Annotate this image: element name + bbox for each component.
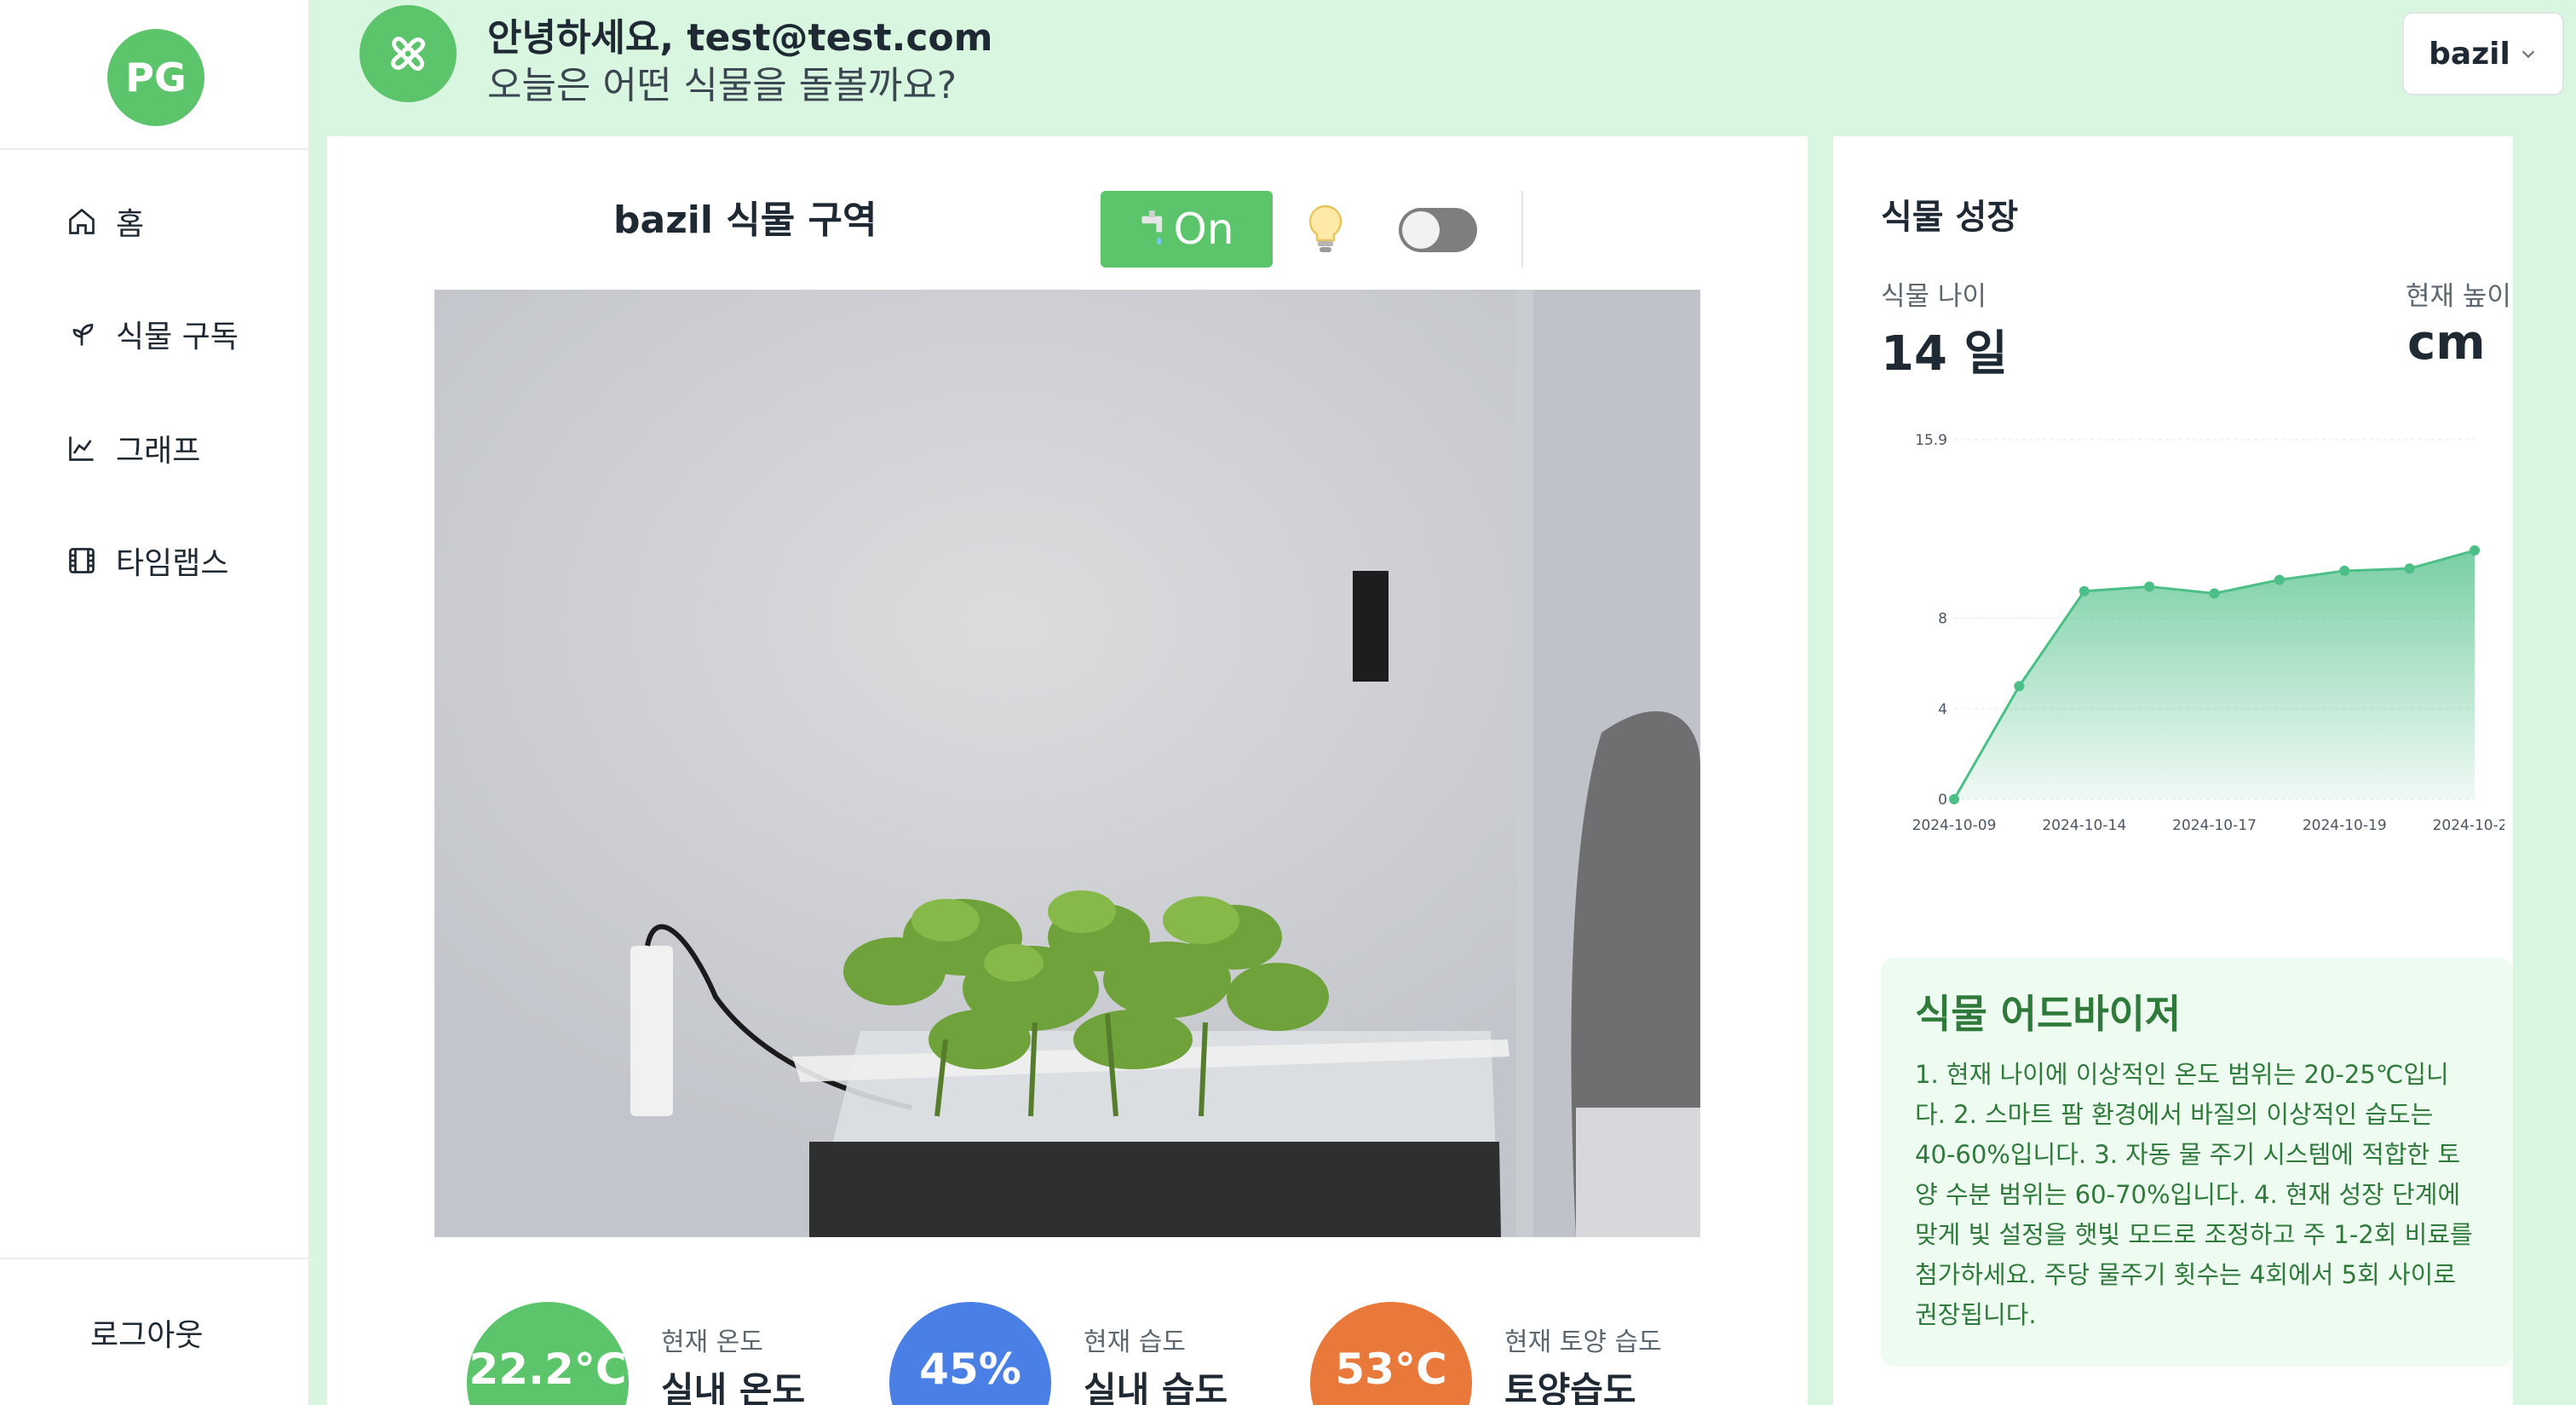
light-toggle[interactable] xyxy=(1399,208,1477,252)
zone-title: bazil 식물 구역 xyxy=(613,199,877,242)
plant-height-label: 현재 높이 xyxy=(2406,281,2511,312)
chart-point[interactable] xyxy=(1949,794,1959,804)
app-logo[interactable]: PG xyxy=(107,29,204,126)
camera-image xyxy=(434,290,1700,1237)
sidebar-item-graph[interactable]: 그래프 xyxy=(66,423,200,474)
chart-point[interactable] xyxy=(2470,545,2480,556)
humidity-label: 현재 습도 xyxy=(1084,1327,1186,1357)
sidebar-item-label: 타임랩스 xyxy=(116,546,229,581)
chart-point[interactable] xyxy=(2079,585,2090,596)
chart-x-tick: 2024-10-14 xyxy=(2042,817,2126,834)
chart-x-tick: 2024-10-23 xyxy=(2433,817,2504,834)
plant-advisor-card: 식물 어드바이저 1. 현재 나이에 이상적인 온도 범위는 20-25℃입니다… xyxy=(1881,958,2513,1367)
plant-height-value: cm xyxy=(2407,315,2486,371)
chart-y-tick: 8 xyxy=(1938,611,1947,628)
chart-area xyxy=(1954,550,2475,799)
soil-humidity-value: 53°C xyxy=(1335,1345,1447,1394)
plant-age-value: 14 일 xyxy=(1881,326,2008,382)
camera-feed xyxy=(434,290,1700,1237)
greeting-subtitle: 오늘은 어떤 식물을 돌볼까요? xyxy=(487,64,957,107)
toolbar-divider xyxy=(1521,191,1523,268)
chart-x-tick: 2024-10-19 xyxy=(2303,817,2387,834)
sprout-icon xyxy=(72,324,94,346)
plant-select-value: bazil xyxy=(2429,36,2510,72)
greeting-title: 안녕하세요, test@test.com xyxy=(487,16,993,60)
home-icon xyxy=(69,208,95,234)
sidebar-item-timelapse[interactable]: 타임랩스 xyxy=(66,535,228,586)
sidebar-logo-area: PG xyxy=(0,0,308,150)
sidebar-item-label: 식물 구독 xyxy=(116,320,239,354)
temperature-value: 22.2°C xyxy=(469,1345,627,1394)
chart-point[interactable] xyxy=(2339,565,2350,576)
growth-chart: 0 4 8 15.9 2024-10-09 2024-10-14 2024-10-17 20… xyxy=(1912,432,2504,834)
advisor-title: 식물 어드바이저 xyxy=(1915,991,2182,1037)
chart-x-tick: 2024-10-17 xyxy=(2172,817,2257,834)
soil-humidity-label: 현재 토양 습도 xyxy=(1504,1327,1662,1357)
faucet-icon xyxy=(1141,210,1163,245)
chart-y-tick: 15.9 xyxy=(1915,432,1947,449)
chart-point[interactable] xyxy=(2209,588,2220,599)
humidity-value: 45% xyxy=(919,1345,1021,1394)
sidebar: PG 홈 식물 구독 그래프 타임랩스 로그아웃 xyxy=(0,0,310,1405)
water-toggle-label: On xyxy=(1173,204,1234,254)
logout-button[interactable]: 로그아웃 xyxy=(90,1310,203,1355)
chart-point[interactable] xyxy=(2144,581,2155,592)
chart-icon xyxy=(69,436,94,461)
sidebar-item-label: 그래프 xyxy=(116,434,201,469)
film-icon xyxy=(69,548,95,573)
light-toggle-knob xyxy=(1402,211,1440,249)
chart-x-tick: 2024-10-09 xyxy=(1912,817,1997,834)
flower-icon xyxy=(391,37,425,71)
temperature-name: 실내 온도 xyxy=(661,1369,806,1405)
chart-y-tick: 4 xyxy=(1938,701,1947,718)
bulb-icon[interactable] xyxy=(1307,204,1344,256)
chart-point[interactable] xyxy=(2274,574,2285,585)
growth-title: 식물 성장 xyxy=(1881,198,2019,237)
sidebar-item-label: 홈 xyxy=(116,207,145,242)
chart-point[interactable] xyxy=(2014,681,2025,692)
chart-y-tick: 0 xyxy=(1938,792,1947,809)
humidity-name: 실내 습도 xyxy=(1084,1369,1228,1405)
sidebar-item-home[interactable]: 홈 xyxy=(66,196,144,247)
chevron-down-icon xyxy=(2521,50,2535,59)
advisor-text: 1. 현재 나이에 이상적인 온도 범위는 20-25℃입니다. 2. 스마트 … xyxy=(1915,1060,2473,1329)
sidebar-footer: 로그아웃 xyxy=(0,1258,310,1405)
header-avatar xyxy=(359,5,457,102)
temperature-label: 현재 온도 xyxy=(661,1327,763,1357)
plant-select-dropdown[interactable]: bazil xyxy=(2402,12,2564,95)
plant-age-label: 식물 나이 xyxy=(1881,281,1987,312)
water-toggle-button[interactable]: On xyxy=(1101,191,1273,268)
chart-point[interactable] xyxy=(2404,563,2415,574)
sidebar-item-subscription[interactable]: 식물 구독 xyxy=(66,308,239,360)
soil-humidity-name: 토양습도 xyxy=(1504,1369,1636,1405)
